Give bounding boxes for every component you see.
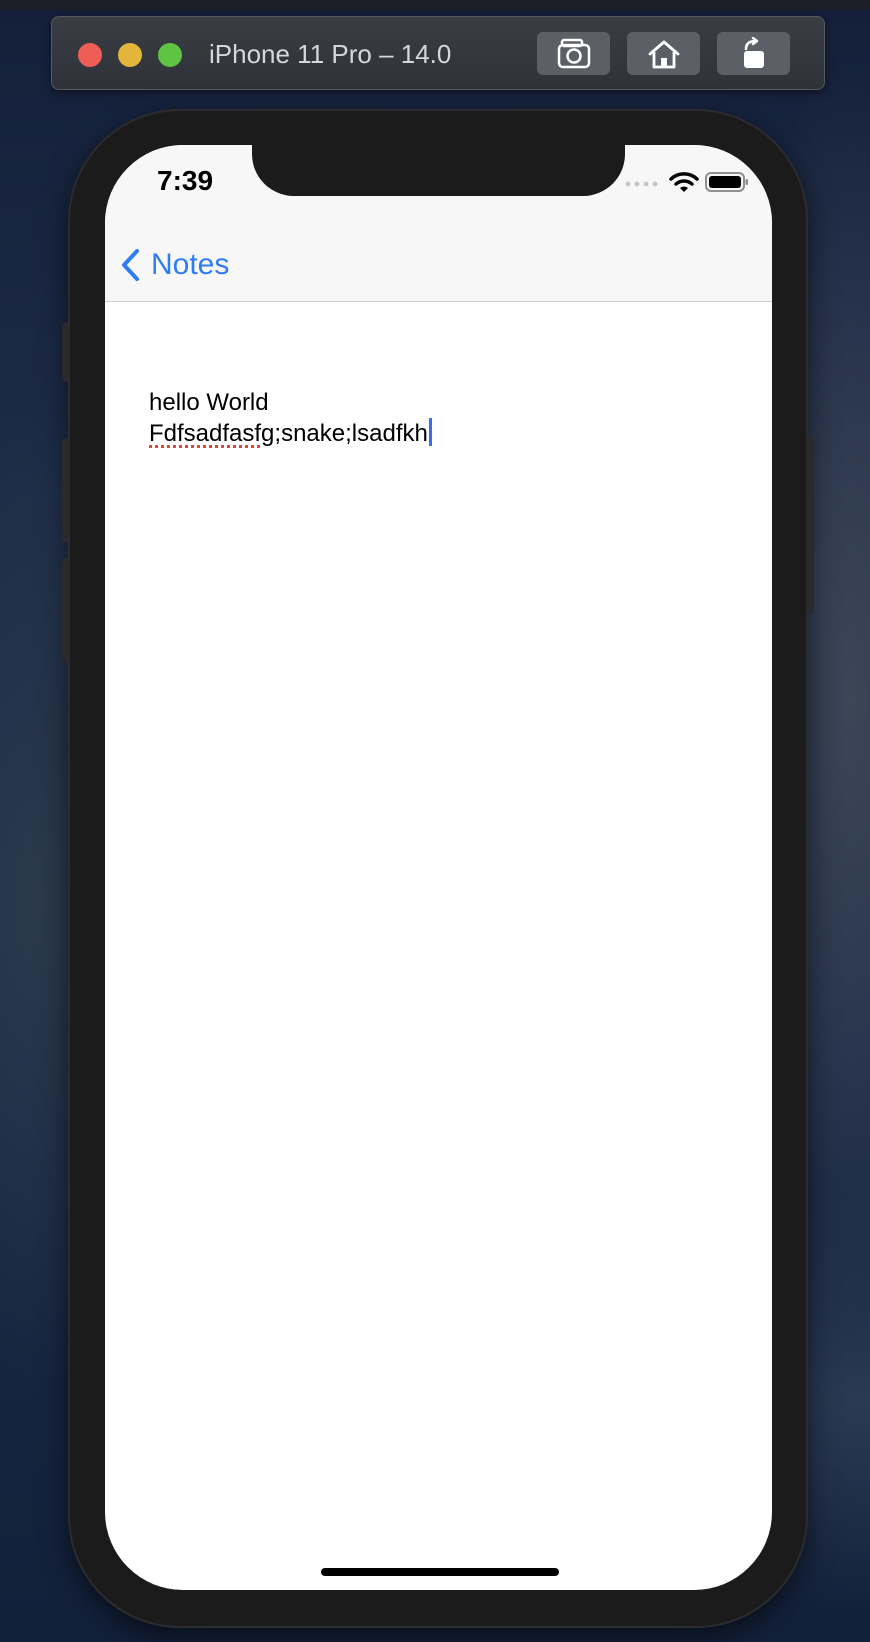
close-window-button[interactable]	[78, 43, 102, 67]
chevron-left-icon	[122, 249, 139, 281]
cellular-icon	[625, 181, 658, 187]
phone-screen: 7:39 Notes hello World Fdfsadfasfg;snake…	[105, 145, 772, 1590]
home-icon	[648, 40, 679, 68]
navigation-bar: Notes	[105, 200, 772, 302]
rotate-button[interactable]	[717, 32, 790, 75]
wifi-icon	[669, 172, 699, 192]
screenshot-button[interactable]	[537, 32, 610, 75]
menu-bar	[0, 0, 870, 10]
minimize-window-button[interactable]	[118, 43, 142, 67]
note-line-2-rest: ;snake;lsadfkh	[274, 420, 428, 447]
rotate-icon	[743, 36, 764, 68]
note-line-2: Fdfsadfasfg;snake;lsadfkh	[149, 418, 739, 449]
note-line-1: hello World	[149, 389, 269, 416]
silent-switch	[62, 323, 70, 381]
home-button[interactable]	[627, 32, 700, 75]
misspelled-word[interactable]: Fdfsadfasfg	[149, 420, 274, 447]
zoom-window-button[interactable]	[158, 43, 182, 67]
status-time: 7:39	[157, 165, 214, 196]
note-text-editor[interactable]: hello World Fdfsadfasfg;snake;lsadfkh	[149, 388, 739, 449]
simulator-toolbar: iPhone 11 Pro – 14.0	[51, 16, 825, 90]
battery-icon	[705, 172, 748, 192]
back-button-label: Notes	[151, 248, 230, 281]
text-cursor	[428, 418, 432, 446]
simulator-title: iPhone 11 Pro – 14.0	[209, 39, 452, 69]
volume-down-button	[62, 558, 70, 662]
volume-up-button	[62, 438, 70, 542]
status-bar: 7:39	[105, 145, 772, 200]
camera-icon	[557, 38, 590, 68]
back-button[interactable]: Notes	[119, 245, 229, 285]
notch	[252, 145, 625, 196]
home-indicator[interactable]	[321, 1568, 559, 1576]
status-icons	[625, 171, 750, 195]
power-button	[806, 436, 814, 614]
